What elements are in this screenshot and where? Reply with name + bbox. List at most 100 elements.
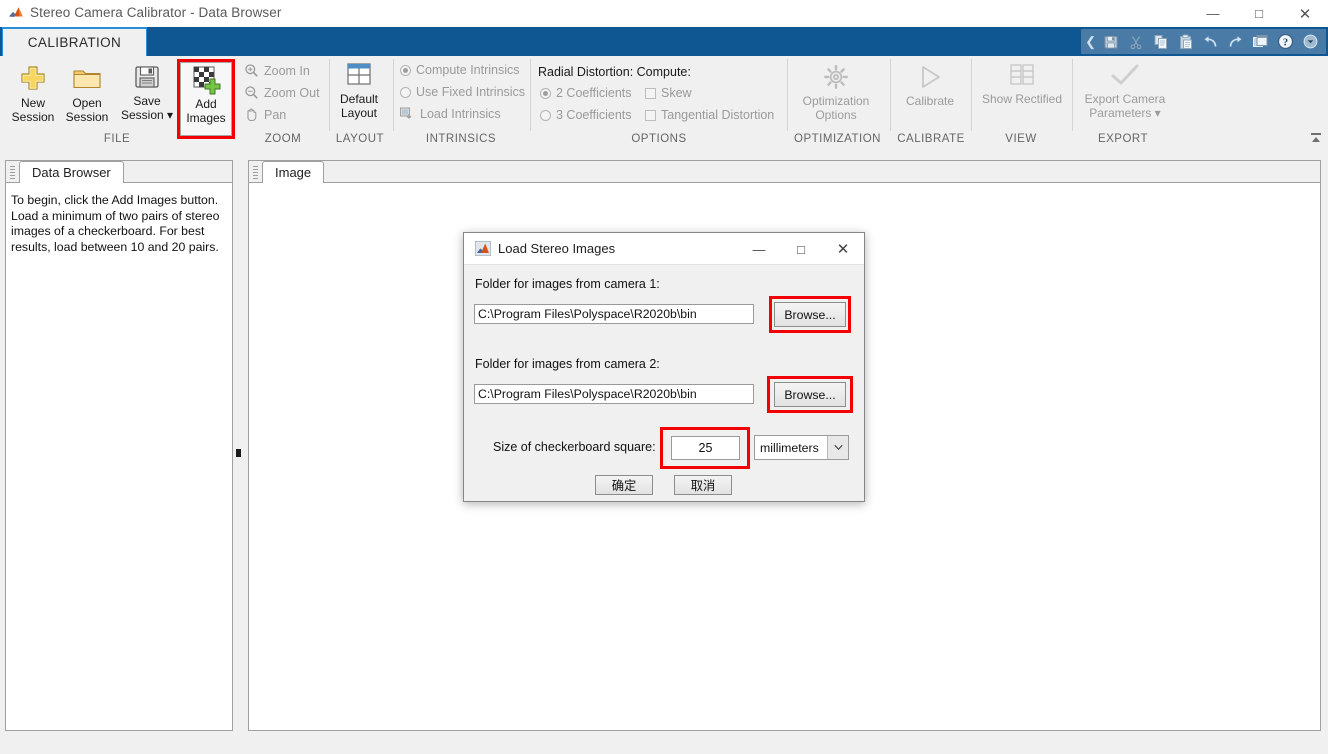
export-camera-parameters-button[interactable]: Export Camera Parameters ▾ xyxy=(1077,62,1173,120)
save-session-label-1: Save xyxy=(133,94,161,108)
group-label-calibrate: CALIBRATE xyxy=(897,133,965,145)
use-fixed-intrinsics-label: Use Fixed Intrinsics xyxy=(416,85,526,99)
checkmark-icon xyxy=(1109,62,1141,90)
undo-icon[interactable] xyxy=(1198,30,1223,53)
maximize-button[interactable]: □ xyxy=(1236,0,1282,27)
open-session-label-1: Open xyxy=(72,96,102,110)
floppy-disk-icon xyxy=(132,62,162,92)
default-layout-button[interactable]: Default Layout xyxy=(333,62,385,120)
group-label-intrinsics: INTRINSICS xyxy=(425,133,497,145)
ok-button[interactable]: 确定 xyxy=(595,475,653,495)
add-images-label-1: Add xyxy=(195,97,217,111)
pan-item[interactable]: Pan xyxy=(244,107,286,122)
open-session-button[interactable]: Open Session xyxy=(56,62,118,124)
dialog-maximize-button[interactable]: □ xyxy=(780,233,822,265)
window-controls: — □ ✕ xyxy=(1190,0,1328,27)
calibrate-button[interactable]: Calibrate xyxy=(897,62,963,108)
dialog-title-bar: Load Stereo Images — □ ✕ xyxy=(464,233,864,265)
chevron-down-icon[interactable] xyxy=(1298,30,1323,53)
zoom-in-item[interactable]: Zoom In xyxy=(244,63,310,78)
units-value: millimeters xyxy=(760,440,819,455)
save-session-label-2: Session ▾ xyxy=(120,108,174,122)
camera2-path-input[interactable]: C:\Program Files\Polyspace\R2020b\bin xyxy=(474,384,754,404)
three-coefficients-label: 3 Coefficients xyxy=(556,108,632,122)
three-coefficients-radio[interactable] xyxy=(540,109,551,121)
add-images-label-2: Images xyxy=(186,111,226,125)
splitter-handle[interactable] xyxy=(236,449,241,457)
calibrate-label: Calibrate xyxy=(905,94,955,108)
add-images-icon xyxy=(190,65,222,95)
ribbon: New Session Open Session Save Session ▾ … xyxy=(0,56,1328,148)
gear-icon xyxy=(821,62,851,92)
tangential-distortion-row[interactable]: Tangential Distortion xyxy=(645,108,774,122)
dialog-minimize-button[interactable]: — xyxy=(738,233,780,265)
default-layout-label-1: Default xyxy=(339,92,379,106)
default-layout-label-2: Layout xyxy=(340,106,378,120)
compute-intrinsics-radio[interactable] xyxy=(400,64,411,76)
save-icon[interactable] xyxy=(1098,30,1123,53)
quick-access-toolbar: ❮ ? xyxy=(1081,29,1326,54)
use-fixed-intrinsics-radio-row[interactable]: Use Fixed Intrinsics xyxy=(400,85,525,99)
show-rectified-label: Show Rectified xyxy=(981,92,1063,106)
export-camera-label-1: Export Camera xyxy=(1084,92,1166,106)
radial-distortion-header: Radial Distortion: Compute: xyxy=(538,65,691,79)
dialog-title: Load Stereo Images xyxy=(498,241,616,256)
three-coefficients-row[interactable]: 3 Coefficients xyxy=(540,108,632,122)
layout-icon[interactable] xyxy=(1248,30,1273,53)
two-coefficients-radio[interactable] xyxy=(540,87,551,99)
data-browser-grip-icon[interactable] xyxy=(10,166,15,179)
compute-intrinsics-label: Compute Intrinsics xyxy=(416,63,520,77)
skew-checkbox[interactable] xyxy=(645,87,656,99)
new-session-button[interactable]: New Session xyxy=(2,62,64,124)
units-dropdown[interactable]: millimeters xyxy=(754,435,849,460)
pan-label: Pan xyxy=(264,107,287,122)
tangential-distortion-checkbox[interactable] xyxy=(645,109,656,121)
dialog-close-button[interactable]: ✕ xyxy=(822,233,864,265)
group-label-zoom: ZOOM xyxy=(264,133,302,145)
load-intrinsics-item[interactable]: Load Intrinsics xyxy=(399,106,501,122)
tab-calibration[interactable]: CALIBRATION xyxy=(2,27,147,56)
help-icon[interactable]: ? xyxy=(1273,30,1298,53)
new-session-label-1: New xyxy=(20,96,45,110)
cancel-button[interactable]: 取消 xyxy=(674,475,732,495)
chevron-down-icon[interactable] xyxy=(827,436,848,459)
camera2-label: Folder for images from camera 2: xyxy=(475,357,660,371)
tab-data-browser[interactable]: Data Browser xyxy=(19,161,124,183)
two-coefficients-label: 2 Coefficients xyxy=(556,86,632,100)
skew-row[interactable]: Skew xyxy=(645,86,692,100)
cut-icon[interactable] xyxy=(1123,30,1148,53)
camera1-browse-button[interactable]: Browse... xyxy=(774,302,846,327)
copy-icon[interactable] xyxy=(1148,30,1173,53)
compute-intrinsics-radio-row[interactable]: Compute Intrinsics xyxy=(400,63,520,77)
square-size-input[interactable]: 25 xyxy=(671,436,740,460)
paste-icon[interactable] xyxy=(1173,30,1198,53)
group-label-layout: LAYOUT xyxy=(335,133,385,145)
dialog-window-controls: — □ ✕ xyxy=(738,233,864,265)
svg-text:?: ? xyxy=(1283,37,1288,48)
camera2-browse-button[interactable]: Browse... xyxy=(774,382,846,407)
panel-splitter[interactable] xyxy=(233,160,241,731)
show-rectified-button[interactable]: Show Rectified xyxy=(976,62,1068,106)
skew-label: Skew xyxy=(661,86,692,100)
group-label-view: VIEW xyxy=(1005,133,1037,145)
use-fixed-intrinsics-radio[interactable] xyxy=(400,86,411,98)
zoom-in-label: Zoom In xyxy=(264,63,310,78)
zoom-out-icon xyxy=(244,85,259,100)
save-session-button[interactable]: Save Session ▾ xyxy=(112,62,182,122)
zoom-out-item[interactable]: Zoom Out xyxy=(244,85,320,100)
qat-handle-icon: ❮ xyxy=(1085,33,1096,49)
optimization-options-button[interactable]: Optimization Options xyxy=(790,62,882,122)
group-label-export: EXPORT xyxy=(1097,133,1149,145)
zoom-out-label: Zoom Out xyxy=(264,85,320,100)
image-panel-grip-icon[interactable] xyxy=(253,166,258,179)
add-images-button[interactable]: Add Images xyxy=(180,62,232,136)
tab-image[interactable]: Image xyxy=(262,161,325,183)
two-coefficients-row[interactable]: 2 Coefficients xyxy=(540,86,632,100)
default-layout-icon xyxy=(344,62,374,90)
collapse-ribbon-icon[interactable] xyxy=(1308,131,1324,145)
data-browser-instructions: To begin, click the Add Images button. L… xyxy=(11,193,220,254)
minimize-button[interactable]: — xyxy=(1190,0,1236,27)
camera1-path-input[interactable]: C:\Program Files\Polyspace\R2020b\bin xyxy=(474,304,754,324)
close-button[interactable]: ✕ xyxy=(1282,0,1328,27)
redo-icon[interactable] xyxy=(1223,30,1248,53)
